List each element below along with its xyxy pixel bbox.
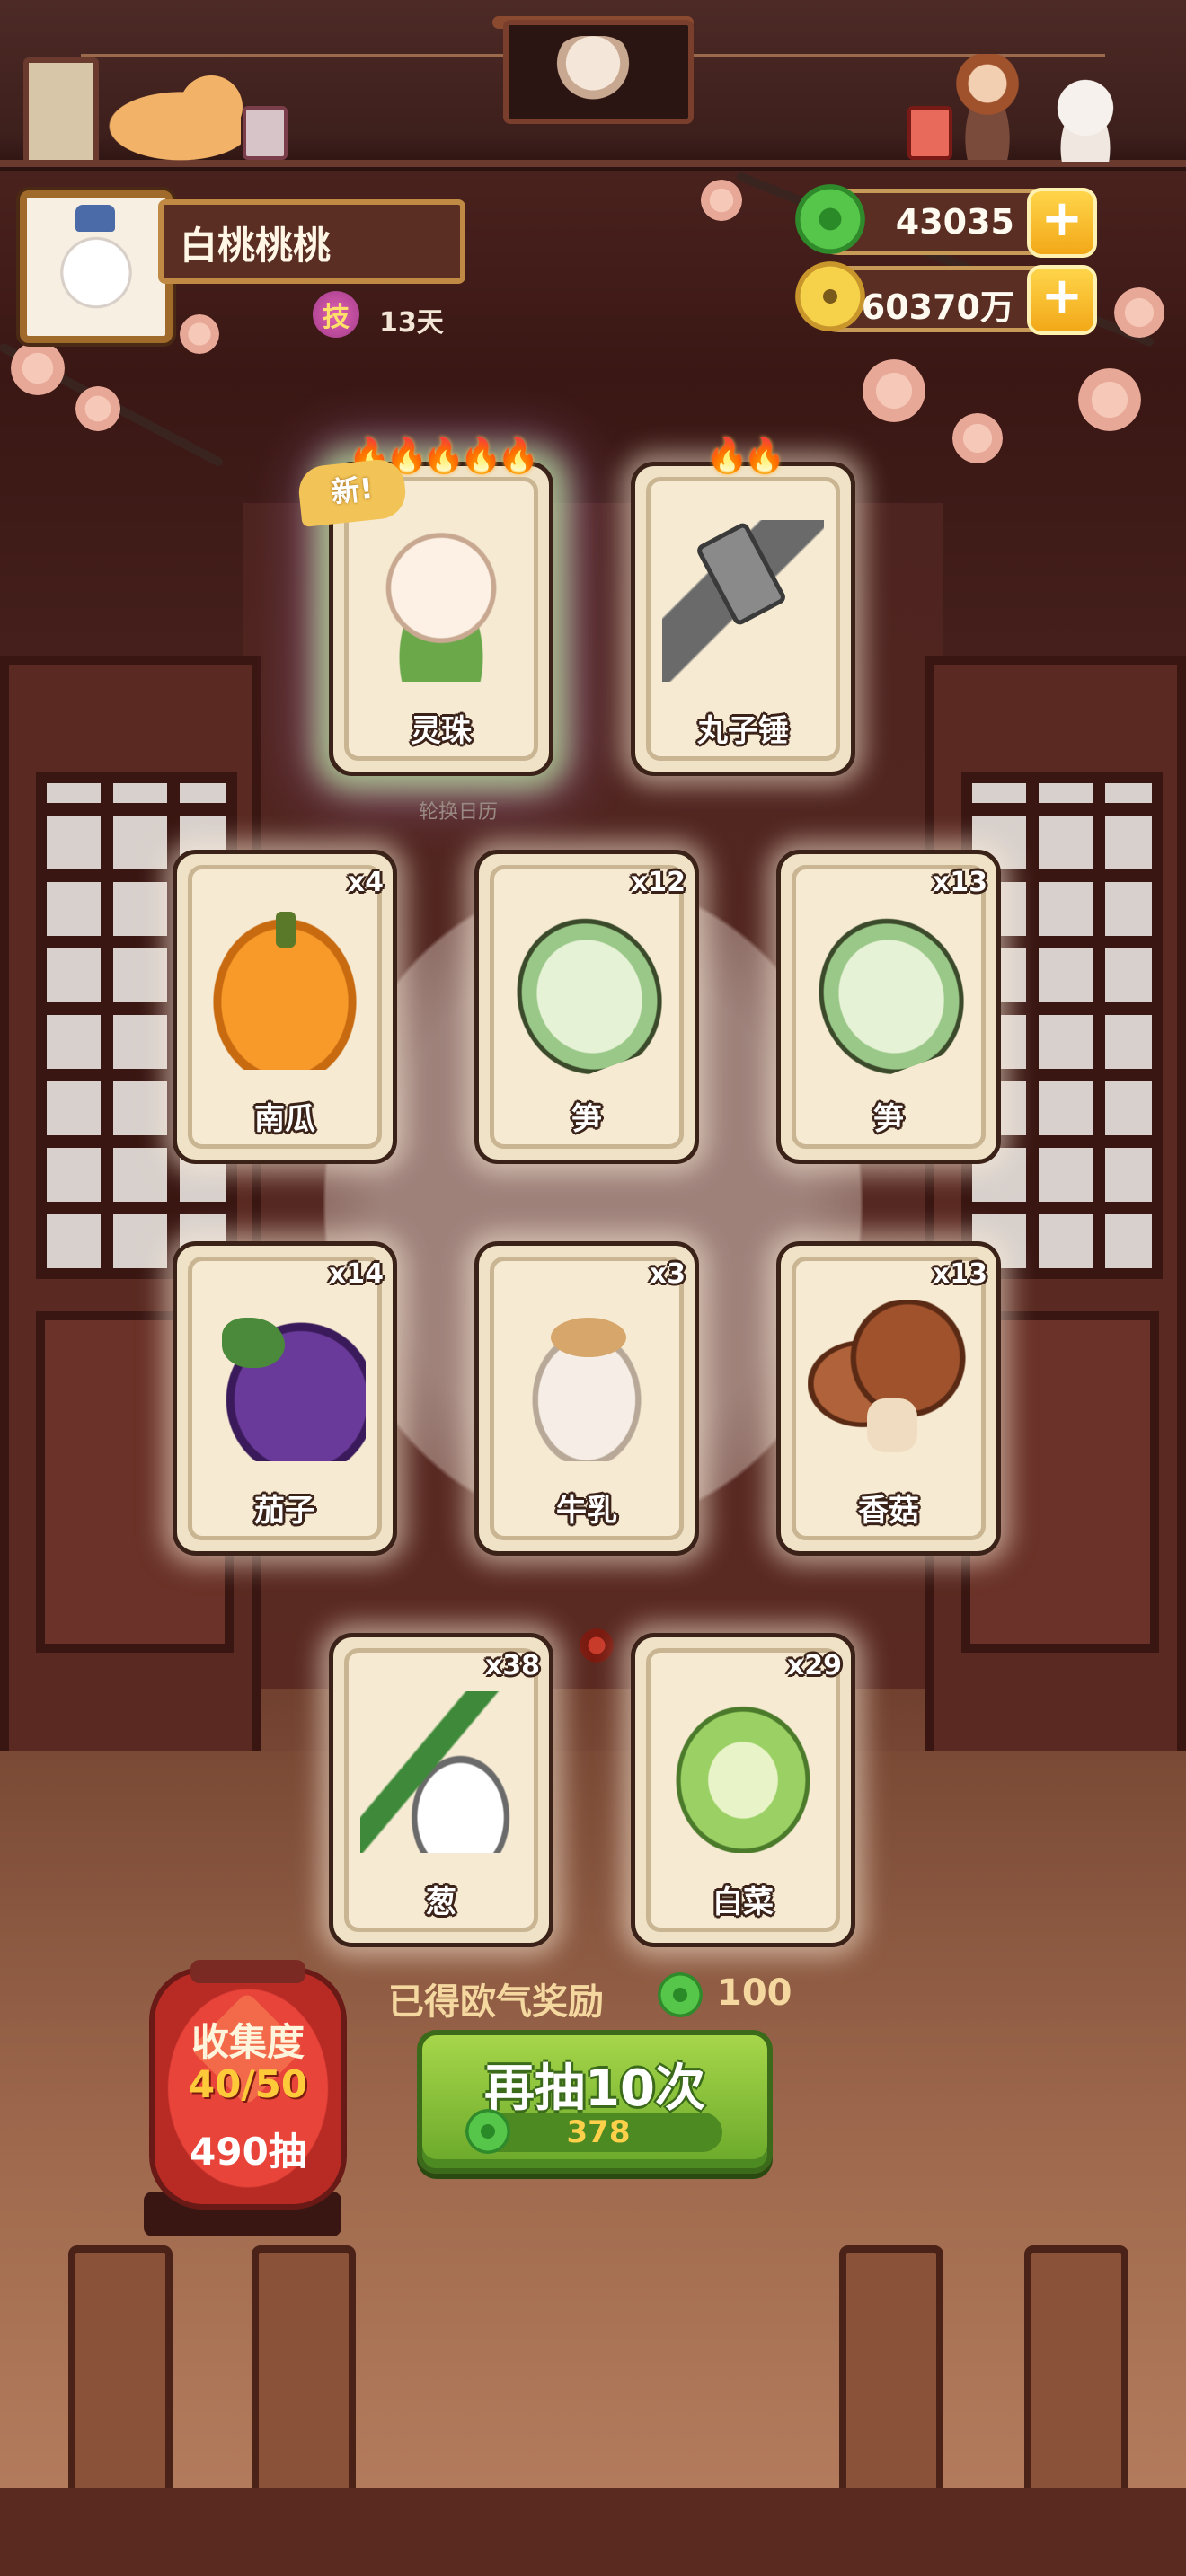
blossom-icon [952, 413, 1003, 463]
card-count: x13 [932, 1258, 987, 1290]
card-count: x12 [630, 867, 686, 898]
collection-title: 收集度 [190, 2020, 305, 2064]
reward-label: 已得欧气奖励 [388, 1981, 604, 2023]
avatar[interactable] [20, 190, 173, 343]
blossom-icon [180, 314, 219, 354]
card-featured[interactable]: 🔥🔥🔥🔥🔥 新! 灵珠 [296, 436, 553, 776]
rarity-flames-icon: 🔥🔥 [705, 436, 786, 475]
card-name: 牛乳 [556, 1493, 617, 1529]
card-item[interactable]: x14 茄子 [173, 1241, 397, 1556]
blossom-icon [701, 180, 742, 221]
card-count: x13 [932, 867, 987, 898]
card-featured[interactable]: 🔥🔥 丸子锤 [631, 436, 855, 776]
card-item[interactable]: x38 葱 [329, 1633, 553, 1947]
cat-avatar-icon [52, 217, 140, 318]
mushroom-icon [808, 1300, 969, 1461]
card-name: 香菇 [858, 1493, 919, 1529]
draw-again-label: 再抽10次 [484, 2060, 705, 2118]
card-name: 笋 [873, 1101, 904, 1137]
floor-edge [0, 2488, 1186, 2576]
card-item[interactable]: x4 南瓜 [173, 850, 397, 1164]
milk-jar-icon [506, 1300, 668, 1461]
skill-badge-icon[interactable]: 技 [313, 291, 359, 338]
blossom-icon [11, 341, 65, 395]
collection-progress: 40/50 [188, 2062, 308, 2106]
card-count: x14 [328, 1258, 384, 1290]
card-item[interactable]: x12 笋 [474, 850, 699, 1164]
small-lantern-icon [243, 106, 288, 160]
spirit-pearl-icon [360, 520, 522, 682]
jade-amount: 43035 [895, 202, 1014, 242]
eggplant-icon [204, 1300, 366, 1461]
draw-cost: 378 [465, 2109, 722, 2154]
skill-days: 13天 [379, 307, 444, 339]
player-name-plate[interactable]: 白桃桃桃 [158, 199, 465, 284]
card-name: 笋 [571, 1101, 602, 1137]
lantern-cap [190, 1960, 305, 1983]
card-name: 白菜 [712, 1884, 774, 1920]
scroll-portrait-icon [550, 36, 636, 104]
grandma-character-icon [949, 54, 1026, 160]
add-coin-button[interactable]: + [1027, 265, 1097, 335]
wooden-post [1024, 2245, 1128, 2502]
rotation-calendar-label[interactable]: 轮换日历 [419, 796, 498, 825]
coin-balance: 60370万 + [795, 261, 1097, 335]
wooden-post [839, 2245, 943, 2502]
hammer-icon [662, 520, 824, 682]
game-scene: 白桃桃桃 技 13天 43035 + 60370万 + 🔥🔥🔥🔥🔥 新! 灵珠 … [0, 0, 1186, 2576]
collection-lantern[interactable]: 收集度 40/50 490抽 [149, 1960, 347, 2210]
jade-icon [795, 184, 865, 254]
ornament-icon [577, 1626, 616, 1665]
card-count: x4 [347, 867, 384, 898]
card-name: 丸子锤 [697, 713, 789, 749]
player-name: 白桃桃桃 [180, 224, 332, 268]
add-jade-button[interactable]: + [1027, 188, 1097, 258]
wooden-post [252, 2245, 356, 2502]
card-item[interactable]: x13 笋 [776, 850, 1001, 1164]
wall-frame-icon [23, 57, 99, 165]
card-count: x38 [484, 1650, 540, 1681]
blossom-icon [75, 386, 120, 431]
tabby-cat-icon [90, 75, 243, 162]
white-cat-icon [1042, 72, 1128, 162]
card-name: 葱 [426, 1884, 456, 1920]
draw-again-button[interactable]: 再抽10次 378 [417, 2030, 773, 2174]
blossom-icon [863, 359, 925, 422]
wooden-post [68, 2245, 173, 2502]
card-name: 灵珠 [411, 713, 472, 749]
card-item[interactable]: x29 白菜 [631, 1633, 855, 1947]
coin-icon [795, 261, 865, 331]
pumpkin-icon [204, 908, 366, 1070]
reward-value: 100 [717, 1972, 792, 2014]
card-item[interactable]: x3 牛乳 [474, 1241, 699, 1556]
card-count: x3 [649, 1258, 686, 1290]
card-name: 南瓜 [254, 1101, 315, 1137]
hat-icon [75, 205, 115, 232]
card-count: x29 [786, 1650, 842, 1681]
left-door [0, 656, 261, 1769]
blossom-icon [1114, 287, 1164, 338]
draw-cost-value: 378 [566, 2114, 631, 2150]
card-name: 茄子 [254, 1493, 315, 1529]
scallion-icon [360, 1691, 522, 1853]
jade-icon [658, 1972, 703, 2017]
coin-amount: 60370万 [861, 287, 1014, 327]
collection-draws: 490抽 [190, 2130, 306, 2174]
card-item[interactable]: x13 香菇 [776, 1241, 1001, 1556]
cabbage-icon [662, 1691, 824, 1853]
small-lantern-icon [907, 106, 952, 160]
blossom-icon [1078, 368, 1141, 431]
jade-balance: 43035 + [795, 184, 1097, 258]
right-door [925, 656, 1186, 1769]
